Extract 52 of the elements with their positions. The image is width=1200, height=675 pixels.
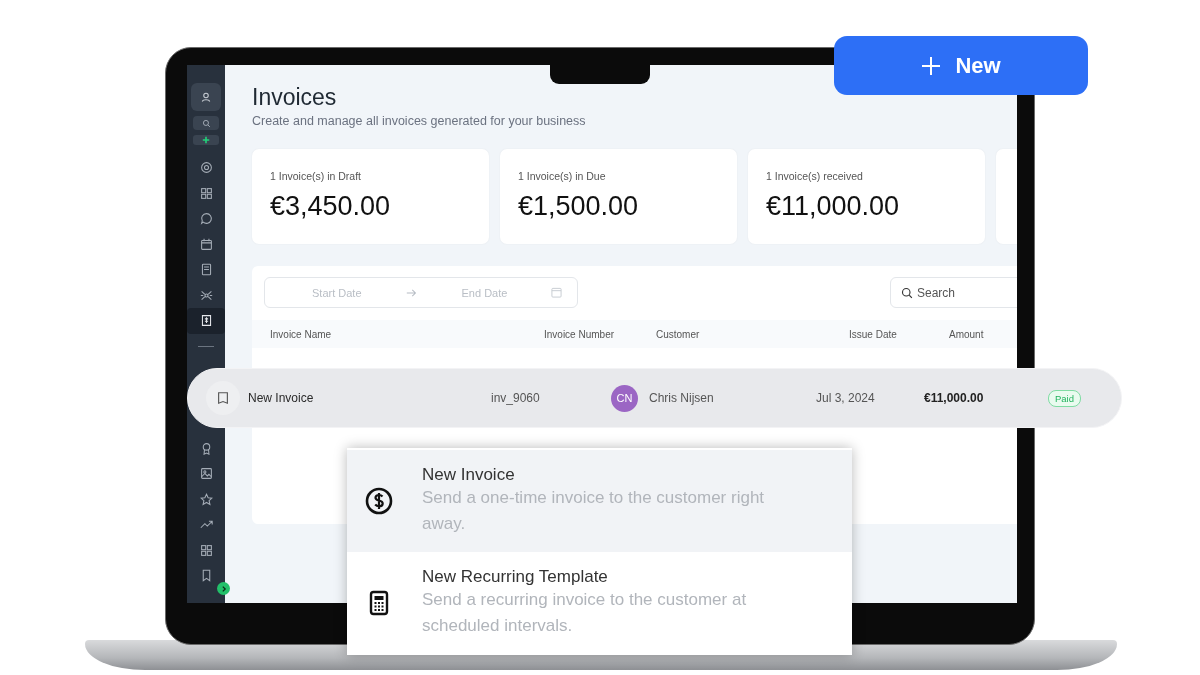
page-title: Invoices	[252, 85, 338, 109]
column-header: Amount	[949, 328, 985, 340]
search-field[interactable]: Search	[890, 277, 1017, 308]
add-button[interactable]	[193, 135, 219, 145]
calendar-icon	[551, 287, 563, 298]
target-icon	[199, 161, 213, 175]
arrow-icon	[405, 288, 417, 297]
menu-item-title: New Recurring Template	[422, 567, 609, 587]
expand-badge[interactable]	[217, 582, 230, 595]
receipt-icon	[199, 314, 213, 328]
new-button[interactable]: New	[834, 36, 1088, 95]
stat-label: 1 Invoice(s) in Draft	[270, 170, 363, 182]
customer-avatar: CN	[611, 384, 638, 412]
grid-icon	[199, 543, 213, 557]
star-icon	[199, 492, 213, 506]
table-cell-text: Chris Nijsen	[649, 391, 715, 405]
grid-icon	[199, 186, 213, 200]
column-header: Issue Date	[849, 328, 898, 340]
search-icon	[201, 118, 211, 128]
column-header: Invoice Number	[544, 328, 616, 340]
notebook-icon	[199, 263, 213, 277]
plus-icon	[202, 136, 210, 144]
table-cell-text: New Invoice	[247, 391, 315, 405]
sidebar-item[interactable]	[187, 308, 225, 334]
calendar-icon	[199, 237, 213, 251]
stat-label: 1 Invoice(s) in Due	[518, 170, 607, 182]
chat-icon	[199, 212, 213, 226]
table-cell-text: inv_9060	[491, 391, 541, 405]
menu-item-title: New Invoice	[422, 465, 516, 485]
table-cell-text: €11,000.00	[924, 391, 985, 405]
page-subtitle: Create and manage all invoices generated for your business	[252, 114, 587, 128]
table-cell-text: Jul 3, 2024	[816, 391, 876, 405]
column-header: Customer	[656, 328, 701, 340]
menu-item[interactable]: New Invoice Send a one-time invoice to the customer right away.	[347, 450, 852, 552]
document-icon	[206, 381, 240, 415]
profile-avatar[interactable]	[191, 83, 221, 111]
plus-icon	[921, 55, 942, 76]
dollar-icon	[365, 487, 393, 515]
stat-label: 1 Invoice(s) received	[766, 170, 864, 182]
column-header: Invoice Name	[270, 328, 333, 340]
network-icon	[199, 288, 213, 302]
menu-item-description: Send a recurring invoice to the customer at scheduled intervals.	[422, 589, 748, 637]
stat-value: €11,000.00	[766, 191, 901, 222]
user-icon	[200, 91, 212, 103]
search-button[interactable]	[193, 116, 219, 130]
stat-value: €1,500.00	[518, 191, 640, 222]
status-badge: Paid	[1048, 389, 1081, 407]
menu-item[interactable]: New Recurring Template Send a recurring invoice to the customer at scheduled intervals.	[347, 552, 852, 654]
menu-item-description: Send a one-time invoice to the customer right away.	[422, 487, 766, 535]
stat-value: €3,450.00	[270, 191, 392, 222]
image-icon	[199, 467, 213, 481]
table-row[interactable]: New Invoice inv_9060 CN Chris Nijsen Jul 3, 2024 €11,000.00 Paid	[187, 368, 1122, 428]
